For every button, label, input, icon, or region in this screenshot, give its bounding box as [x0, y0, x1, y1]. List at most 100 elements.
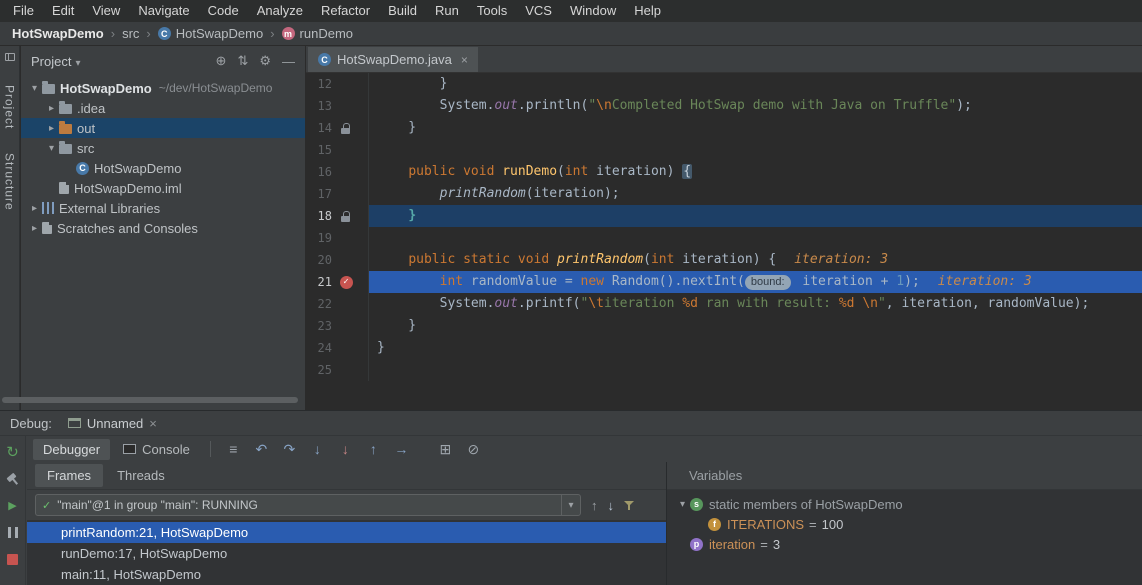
thread-selector[interactable]: "main"@1 in group "main": RUNNING [35, 494, 581, 516]
chevron-right-icon[interactable]: ▸ [27, 203, 42, 214]
code-line-21[interactable]: 21 int randomValue = new Random().nextIn… [306, 271, 1142, 293]
tree-item-src[interactable]: ▾src [21, 138, 305, 158]
chevron-right-icon[interactable]: ▸ [44, 123, 59, 134]
gutter: 17 [306, 183, 369, 205]
tree-item-scratches-and-consoles[interactable]: ▸Scratches and Consoles [21, 218, 305, 238]
menu-item-edit[interactable]: Edit [43, 0, 83, 22]
menu-item-file[interactable]: File [4, 0, 43, 22]
frame-row[interactable]: printRandom:21, HotSwapDemo [27, 522, 666, 543]
locate-icon[interactable] [216, 53, 227, 69]
tree-item-label: External Libraries [59, 201, 160, 216]
arrow-down-icon[interactable] [608, 498, 615, 513]
breadcrumb-item-hotswapdemo[interactable]: CHotSwapDemo [158, 26, 263, 41]
project-horizontal-scrollbar[interactable] [2, 397, 298, 403]
hammer-button[interactable] [3, 470, 23, 487]
chevron-down-icon[interactable]: ▾ [44, 143, 59, 154]
settings-icon[interactable] [259, 53, 271, 69]
variable-row[interactable]: fITERATIONS=100 [667, 514, 1142, 534]
tab-console[interactable]: Console [113, 439, 200, 460]
code-line-25[interactable]: 25 [306, 359, 1142, 381]
debug-header: Debug: Unnamed × [0, 411, 1142, 436]
pause-button[interactable] [3, 524, 23, 541]
frames-tabs: FramesThreads [27, 462, 666, 490]
step-out-button[interactable] [361, 438, 386, 460]
code-line-12[interactable]: 12 } [306, 73, 1142, 95]
force-step-into-button[interactable] [333, 438, 358, 460]
menu-item-vcs[interactable]: VCS [516, 0, 561, 22]
tab-debugger[interactable]: Debugger [33, 439, 110, 460]
tool-button-structure[interactable]: Structure [3, 153, 17, 211]
gutter: 14 [306, 117, 369, 139]
tree-item-idea[interactable]: ▸.idea [21, 98, 305, 118]
close-icon[interactable]: × [461, 53, 468, 67]
tree-item-hotswapdemo-iml[interactable]: HotSwapDemo.iml [21, 178, 305, 198]
restore-layout-button[interactable] [221, 438, 246, 460]
run-to-cursor-button[interactable] [389, 438, 414, 460]
breadcrumb-item-hotswapdemo[interactable]: HotSwapDemo [12, 26, 104, 41]
resume-button[interactable] [3, 497, 23, 514]
stop-button[interactable] [3, 551, 23, 568]
menu-item-code[interactable]: Code [199, 0, 248, 22]
code-line-23[interactable]: 23 } [306, 315, 1142, 337]
editor-tab[interactable]: C HotSwapDemo.java × [308, 47, 478, 72]
code-line-20[interactable]: 20 public static void printRandom(int it… [306, 249, 1142, 271]
tool-button-project[interactable]: Project [3, 85, 17, 129]
tree-item-external-libraries[interactable]: ▸ External Libraries [21, 198, 305, 218]
tree-item-hotswapdemo[interactable]: ▾HotSwapDemo~/dev/HotSwapDemo [21, 78, 305, 98]
menu-item-window[interactable]: Window [561, 0, 625, 22]
hide-icon[interactable] [282, 54, 295, 69]
show-execution-point-button[interactable] [249, 438, 274, 460]
tab-threads[interactable]: Threads [105, 464, 177, 487]
left-tool-strip: Project Structure [0, 46, 20, 410]
menu-item-run[interactable]: Run [426, 0, 468, 22]
code-line-19[interactable]: 19 [306, 227, 1142, 249]
debug-session-tab[interactable]: Unnamed × [68, 416, 157, 431]
close-icon[interactable]: × [149, 416, 157, 431]
variable-row[interactable]: piteration=3 [667, 534, 1142, 554]
editor: C HotSwapDemo.java × 12 }13 System.out.p… [306, 46, 1142, 410]
code-line-13[interactable]: 13 System.out.println("\nCompleted HotSw… [306, 95, 1142, 117]
code-line-22[interactable]: 22 System.out.printf("\titeration %d ran… [306, 293, 1142, 315]
menu-item-build[interactable]: Build [379, 0, 426, 22]
project-view-selector[interactable]: Project [31, 54, 81, 69]
chevron-right-icon[interactable]: ▸ [27, 223, 42, 234]
code-line-14[interactable]: 14 } [306, 117, 1142, 139]
tree-item-label: HotSwapDemo [94, 161, 181, 176]
view-breakpoints-button[interactable] [433, 438, 458, 460]
step-over-button[interactable] [277, 438, 302, 460]
menu-item-view[interactable]: View [83, 0, 129, 22]
code-line-18[interactable]: 18 } [306, 205, 1142, 227]
rerun-button[interactable] [3, 443, 23, 460]
step-into-button[interactable] [305, 438, 330, 460]
code-line-24[interactable]: 24} [306, 337, 1142, 359]
code-area[interactable]: 12 }13 System.out.println("\nCompleted H… [306, 73, 1142, 410]
chevron-down-icon[interactable]: ▾ [675, 499, 690, 510]
frame-row[interactable]: runDemo:17, HotSwapDemo [27, 543, 666, 564]
arrow-up-icon[interactable] [591, 498, 598, 513]
tab-frames[interactable]: Frames [35, 464, 103, 487]
code-line-15[interactable]: 15 [306, 139, 1142, 161]
breakpoint-icon[interactable] [340, 276, 353, 289]
stop-icon [7, 554, 18, 565]
menu-item-refactor[interactable]: Refactor [312, 0, 379, 22]
breadcrumb-item-rundemo[interactable]: mrunDemo [282, 26, 353, 41]
chevron-down-icon[interactable]: ▾ [27, 83, 42, 94]
tree-item-out[interactable]: ▸out [21, 118, 305, 138]
chevron-right-icon[interactable]: ▸ [44, 103, 59, 114]
menu-item-analyze[interactable]: Analyze [248, 0, 312, 22]
breadcrumb-item-src[interactable]: src [122, 26, 139, 41]
dropdown-arrow-icon[interactable] [561, 495, 580, 515]
menu-item-navigate[interactable]: Navigate [129, 0, 198, 22]
menu-item-tools[interactable]: Tools [468, 0, 516, 22]
menu-item-help[interactable]: Help [625, 0, 670, 22]
variable-row[interactable]: ▾sstatic members of HotSwapDemo [667, 494, 1142, 514]
code-line-17[interactable]: 17 printRandom(iteration); [306, 183, 1142, 205]
tree-item-hotswapdemo[interactable]: CHotSwapDemo [21, 158, 305, 178]
project-panel-toolbar [216, 53, 295, 69]
frame-row[interactable]: main:11, HotSwapDemo [27, 564, 666, 585]
filter-icon[interactable] [624, 500, 635, 511]
variables-panel: Variables ▾sstatic members of HotSwapDem… [666, 462, 1142, 585]
code-line-16[interactable]: 16 public void runDemo(int iteration) { [306, 161, 1142, 183]
mute-breakpoints-button[interactable] [461, 438, 486, 460]
collapse-all-icon[interactable] [237, 53, 248, 69]
